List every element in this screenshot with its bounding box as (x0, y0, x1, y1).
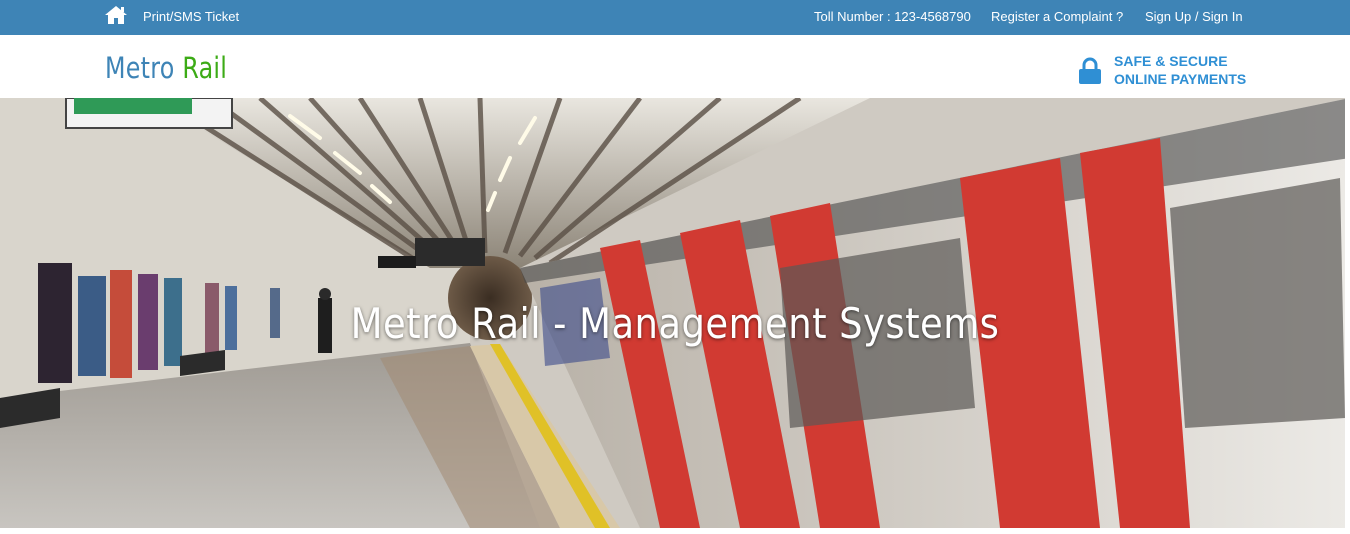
logo-text-metro: Metro (105, 51, 175, 85)
toll-number-text: Toll Number : 123-4568790 (814, 9, 971, 24)
site-header: Metro Rail SAFE & SECURE ONLINE PAYMENTS (0, 35, 1350, 99)
secure-line-2: ONLINE PAYMENTS (1114, 71, 1247, 87)
logo-text-rail: Rail (182, 51, 228, 85)
hero-banner: Metro Rail - Management Systems (0, 98, 1350, 528)
print-sms-ticket-link[interactable]: Print/SMS Ticket (143, 9, 239, 24)
register-complaint-link[interactable]: Register a Complaint ? (991, 9, 1123, 24)
site-logo[interactable]: Metro Rail (105, 51, 227, 85)
hero-title: Metro Rail - Management Systems (350, 299, 1000, 348)
sign-up-sign-in-link[interactable]: Sign Up / Sign In (1145, 9, 1243, 24)
top-bar: Print/SMS Ticket Toll Number : 123-45687… (0, 0, 1350, 35)
secure-line-1: SAFE & SECURE (1114, 53, 1228, 69)
lock-icon (1079, 57, 1101, 84)
home-icon[interactable] (104, 5, 128, 25)
secure-payments-text: SAFE & SECURE ONLINE PAYMENTS (1114, 52, 1246, 88)
